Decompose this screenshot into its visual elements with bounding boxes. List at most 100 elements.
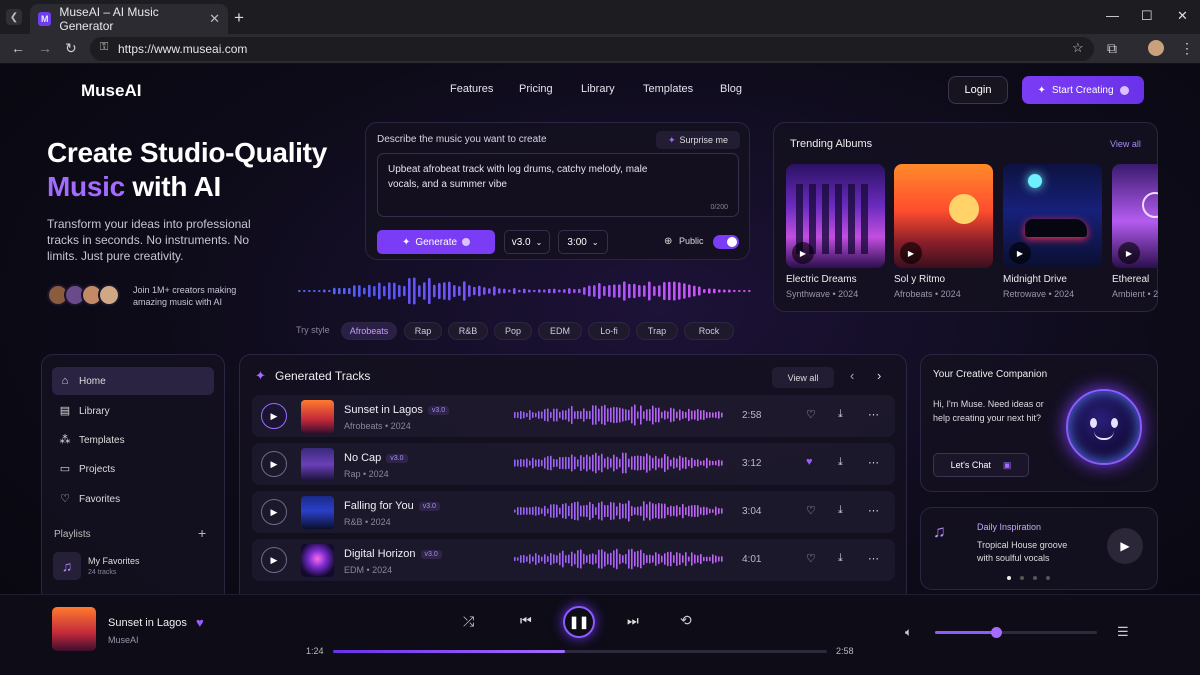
generate-button[interactable]: ✦ Generate <box>377 230 495 254</box>
prev-arrow-icon[interactable]: ‹ <box>850 368 854 383</box>
heart-icon[interactable]: ♡ <box>806 408 816 421</box>
track-waveform[interactable] <box>514 548 724 572</box>
play-button[interactable]: ▶ <box>261 451 287 477</box>
more-icon[interactable]: ⋯ <box>868 456 879 469</box>
download-icon[interactable]: ⤓ <box>838 552 843 565</box>
progress-bar[interactable] <box>333 650 827 653</box>
download-icon[interactable]: ⤓ <box>838 504 843 517</box>
album-title[interactable]: Sol y Ritmo <box>894 274 945 285</box>
logo-text[interactable]: MuseAI <box>81 81 141 101</box>
style-chip-lofi[interactable]: Lo-fi <box>588 322 630 340</box>
more-icon[interactable]: ⋯ <box>868 408 879 421</box>
album-cover-ethereal[interactable]: ▶ <box>1112 164 1158 268</box>
volume-icon[interactable]: 🔈︎ <box>905 625 912 640</box>
table-row[interactable]: ▶ Sunset in Lagos v3.0 Afrobeats • 2024 2… <box>252 395 895 437</box>
browser-menu-icon[interactable]: ⋮ <box>1180 40 1194 57</box>
address-bar[interactable]: ⚿ https://www.museai.com ☆ <box>90 37 1094 61</box>
carousel-dot[interactable] <box>1020 576 1024 580</box>
queue-icon[interactable]: ☰ <box>1117 624 1129 640</box>
play-button[interactable]: ▶ <box>261 403 287 429</box>
track-waveform[interactable] <box>514 500 724 524</box>
style-chip-rnb[interactable]: R&B <box>448 322 488 340</box>
version-select[interactable]: v3.0 ⌄ <box>504 230 550 254</box>
playlist-name[interactable]: My Favorites <box>88 556 140 566</box>
prompt-input[interactable]: Upbeat afrobeat track with log drums, ca… <box>377 153 739 217</box>
nav-features[interactable]: Features <box>450 83 493 95</box>
more-icon[interactable]: ⋯ <box>868 552 879 565</box>
download-icon[interactable]: ⤓ <box>838 408 843 421</box>
volume-knob[interactable] <box>990 627 1002 638</box>
login-button[interactable]: Login <box>948 76 1008 104</box>
maximize-icon[interactable]: ☐ <box>1141 8 1153 24</box>
album-title[interactable]: Midnight Drive <box>1003 274 1067 285</box>
back-icon[interactable]: ← <box>11 40 25 56</box>
play-icon[interactable]: ▶ <box>900 242 922 264</box>
track-waveform[interactable] <box>514 404 724 428</box>
style-chip-edm[interactable]: EDM <box>538 322 582 340</box>
duration-select[interactable]: 3:00 ⌄ <box>558 230 608 254</box>
new-tab-icon[interactable]: + <box>234 8 244 28</box>
window-close-icon[interactable]: ✕ <box>1177 8 1188 24</box>
volume-slider[interactable] <box>935 627 1097 638</box>
repeat-icon[interactable]: ⟲ <box>680 612 692 629</box>
nav-library[interactable]: Library <box>581 83 615 95</box>
album-title[interactable]: Ethereal <box>1112 274 1149 285</box>
table-row[interactable]: ▶ Falling for You v3.0 R&B • 2024 3:04 ♡ … <box>252 491 895 533</box>
heart-filled-icon[interactable]: ♥ <box>196 615 204 630</box>
sidebar-item-library[interactable]: ▤ Library <box>52 397 214 425</box>
next-icon[interactable]: ⏭ <box>627 613 639 629</box>
table-row[interactable]: ▶ No Cap v3.0 Rap • 2024 3:12 ♥ ⤓ ⋯ <box>252 443 895 485</box>
tab-search-icon[interactable]: ❮ <box>6 9 22 25</box>
play-icon[interactable]: ▶ <box>1118 242 1140 264</box>
tracks-view-all-button[interactable]: View all <box>772 367 834 388</box>
heart-icon[interactable]: ♡ <box>806 552 816 565</box>
sidebar-item-favorites[interactable]: ♡ Favorites <box>52 485 214 513</box>
track-waveform[interactable] <box>514 452 724 476</box>
bookmark-star-icon[interactable]: ☆ <box>1072 40 1084 56</box>
play-icon[interactable]: ▶ <box>1009 242 1031 264</box>
album-cover-electric-dreams[interactable]: ▶ <box>786 164 885 268</box>
inspiration-play-button[interactable]: ▶ <box>1107 528 1143 564</box>
forward-icon[interactable]: → <box>38 40 52 56</box>
shuffle-icon[interactable]: ⤮ <box>463 613 474 630</box>
carousel-dot[interactable] <box>1007 576 1011 580</box>
pause-button[interactable]: ❚❚ <box>563 606 595 638</box>
download-icon[interactable]: ⤓ <box>838 456 843 469</box>
play-button[interactable]: ▶ <box>261 547 287 573</box>
reload-icon[interactable]: ↻ <box>65 40 77 57</box>
album-title[interactable]: Electric Dreams <box>786 274 857 285</box>
album-cover-midnight-drive[interactable]: ▶ <box>1003 164 1102 268</box>
style-chip-afrobeats[interactable]: Afrobeats <box>341 322 397 340</box>
site-info-icon[interactable]: ⚿ <box>100 41 108 54</box>
heart-icon[interactable]: ♡ <box>806 504 816 517</box>
album-cover-sol-y-ritmo[interactable]: ▶ <box>894 164 993 268</box>
style-chip-trap[interactable]: Trap <box>636 322 678 340</box>
nav-blog[interactable]: Blog <box>720 83 742 95</box>
trending-view-all[interactable]: View all <box>1110 139 1141 149</box>
lets-chat-button[interactable]: Let's Chat ▣ <box>933 453 1029 477</box>
style-chip-pop[interactable]: Pop <box>494 322 532 340</box>
table-row[interactable]: ▶ Digital Horizon v3.0 EDM • 2024 4:01 ♡ … <box>252 539 895 581</box>
style-chip-rock[interactable]: Rock <box>684 322 734 340</box>
sidebar-item-projects[interactable]: ▭ Projects <box>52 455 214 483</box>
start-creating-button[interactable]: ✦ Start Creating <box>1022 76 1144 104</box>
browser-tab[interactable]: M MuseAI – AI Music Generator ✕ <box>30 4 228 34</box>
nav-templates[interactable]: Templates <box>643 83 693 95</box>
now-playing-title[interactable]: Sunset in Lagos <box>108 617 187 629</box>
carousel-dot[interactable] <box>1033 576 1037 580</box>
tab-close-icon[interactable]: ✕ <box>209 11 220 27</box>
profile-avatar[interactable] <box>1148 40 1164 56</box>
more-icon[interactable]: ⋯ <box>868 504 879 517</box>
public-toggle[interactable] <box>713 235 739 249</box>
surprise-me-button[interactable]: ✦ Surprise me <box>656 131 740 149</box>
sidebar-item-templates[interactable]: ⁂ Templates <box>52 426 214 454</box>
add-playlist-icon[interactable]: + <box>198 525 206 541</box>
play-button[interactable]: ▶ <box>261 499 287 525</box>
next-arrow-icon[interactable]: › <box>877 368 881 383</box>
play-icon[interactable]: ▶ <box>792 242 814 264</box>
style-chip-rap[interactable]: Rap <box>404 322 442 340</box>
heart-filled-icon[interactable]: ♥ <box>806 456 813 468</box>
previous-icon[interactable]: ⏮ <box>520 613 532 629</box>
sidebar-item-home[interactable]: ⌂ Home <box>52 367 214 395</box>
minimize-icon[interactable]: — <box>1106 8 1119 23</box>
